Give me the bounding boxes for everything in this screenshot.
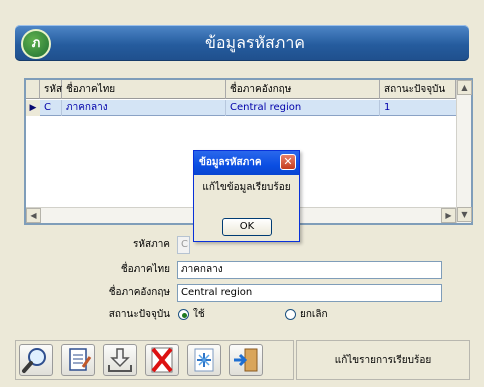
- ok-button[interactable]: OK: [222, 218, 272, 236]
- save-button[interactable]: [103, 344, 137, 376]
- cell-name-en[interactable]: Central region: [226, 100, 380, 116]
- page-title: ข้อมูลรหัสภาค: [204, 33, 306, 52]
- table-row[interactable]: C ภาคกลาง Central region 1: [26, 100, 456, 116]
- delete-button[interactable]: [145, 344, 179, 376]
- code-label: รหัสภาค: [133, 239, 170, 250]
- exit-button[interactable]: [229, 344, 263, 376]
- column-header-status[interactable]: สถานะปัจจุบัน: [380, 80, 456, 99]
- cell-name-th[interactable]: ภาคกลาง: [62, 100, 226, 116]
- new-button[interactable]: [187, 344, 221, 376]
- name-en-field[interactable]: Central region: [177, 284, 442, 302]
- column-header-code[interactable]: รหัส: [40, 80, 62, 99]
- sparkle-icon: [194, 348, 214, 372]
- status-active-radio[interactable]: [178, 309, 189, 320]
- edit-button[interactable]: [61, 344, 95, 376]
- status-label: สถานะปัจจุบัน: [108, 309, 170, 320]
- grid-corner: [26, 80, 40, 99]
- vertical-scrollbar[interactable]: ▲ ▼: [456, 80, 472, 223]
- scroll-right-icon[interactable]: ▶: [441, 208, 456, 223]
- cell-status[interactable]: 1: [380, 100, 456, 116]
- name-en-label: ชื่อภาคอังกฤษ: [108, 287, 170, 298]
- scroll-down-icon[interactable]: ▼: [457, 207, 472, 222]
- name-th-label: ชื่อภาคไทย: [120, 264, 170, 275]
- column-header-name-en[interactable]: ชื่อภาคอังกฤษ: [226, 80, 380, 99]
- app-logo-icon: ภ: [21, 29, 51, 59]
- code-field[interactable]: C: [177, 236, 190, 254]
- download-icon: [108, 348, 132, 372]
- column-header-name-th[interactable]: ชื่อภาคไทย: [62, 80, 226, 99]
- search-button[interactable]: [19, 344, 53, 376]
- grid-header: รหัส ชื่อภาคไทย ชื่อภาคอังกฤษ สถานะปัจจุ…: [26, 80, 456, 99]
- delete-icon: [151, 347, 173, 373]
- row-indicator-icon: ▶: [26, 100, 40, 116]
- edit-document-icon: [69, 348, 92, 371]
- exit-icon: [234, 348, 258, 372]
- status-cancel-label[interactable]: ยกเลิก: [300, 306, 350, 324]
- search-icon: [22, 348, 46, 373]
- scroll-left-icon[interactable]: ◀: [26, 208, 41, 223]
- status-active-label[interactable]: ใช้: [193, 306, 233, 324]
- cell-code[interactable]: C: [40, 100, 62, 116]
- close-icon[interactable]: ✕: [280, 154, 296, 170]
- radio-selected-dot: [182, 313, 187, 318]
- status-message: แก้ไขรายการเรียบร้อย: [296, 340, 470, 380]
- name-th-field[interactable]: ภาคกลาง: [177, 261, 442, 279]
- scroll-up-icon[interactable]: ▲: [457, 80, 472, 95]
- dialog-message: แก้ไขข้อมูลเรียบร้อย: [202, 182, 291, 193]
- status-cancel-radio[interactable]: [285, 309, 296, 320]
